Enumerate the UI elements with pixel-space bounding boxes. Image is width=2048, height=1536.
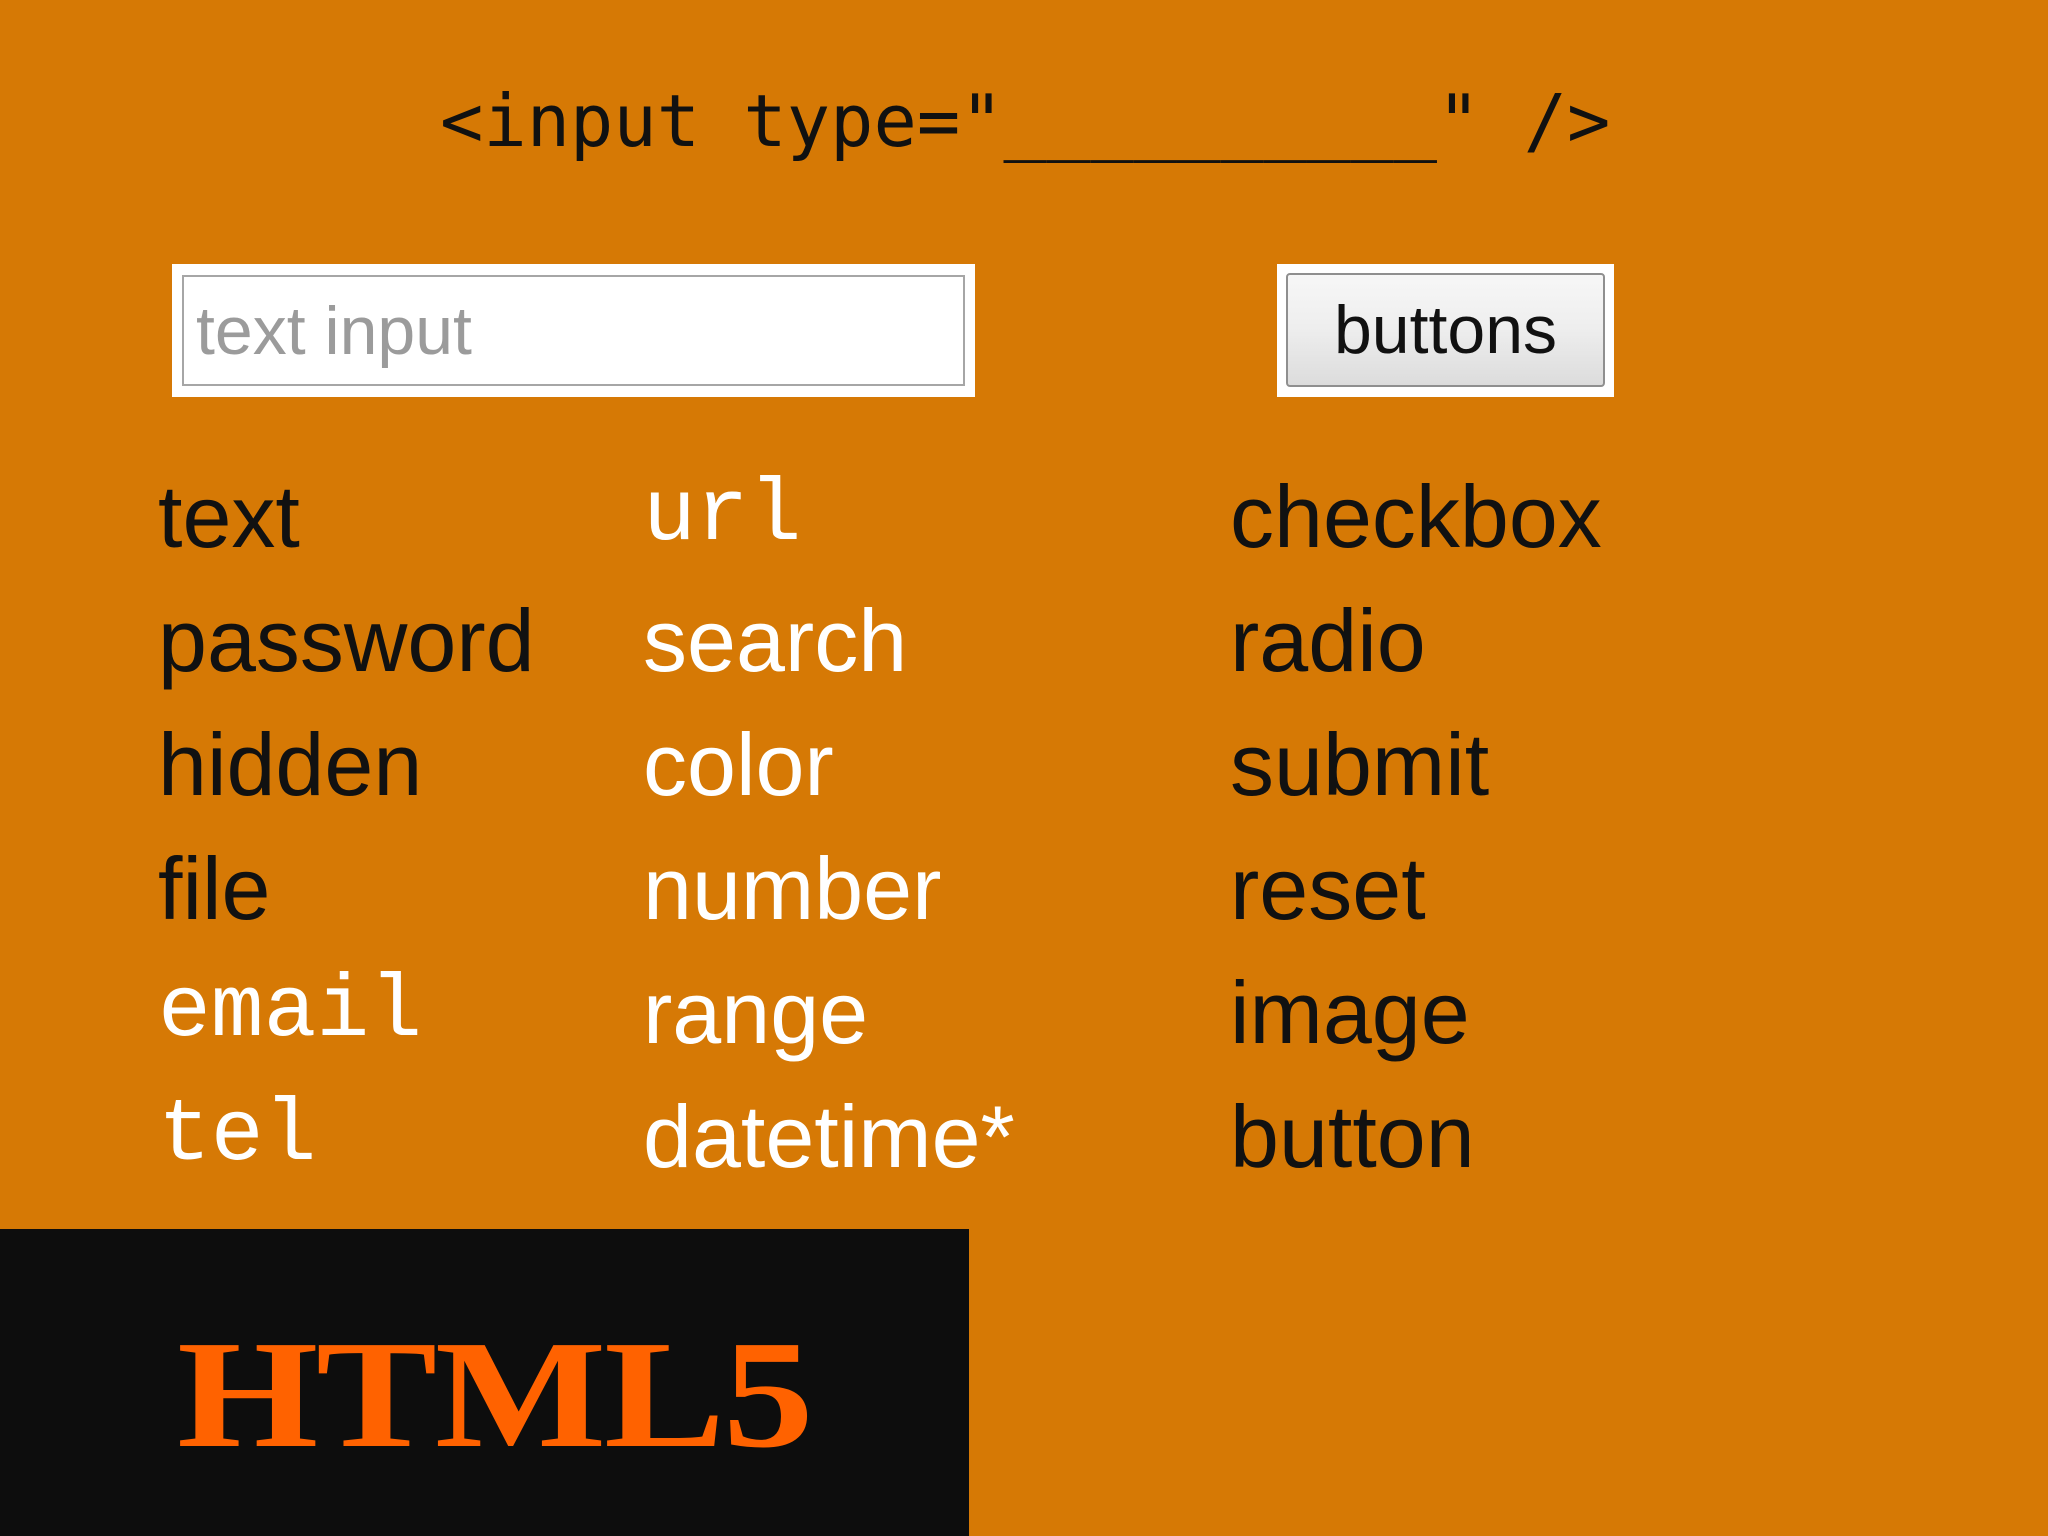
input-type-reset: reset <box>1230 839 1426 938</box>
input-type-password: password <box>158 591 535 690</box>
input-type-search: search <box>643 591 908 690</box>
button-frame: buttons <box>1277 264 1614 397</box>
html5-logo: HTML5 <box>177 1310 814 1480</box>
input-type-hidden: hidden <box>158 715 423 814</box>
input-type-file: file <box>158 839 271 938</box>
input-type-checkbox: checkbox <box>1230 467 1602 566</box>
input-type-radio: radio <box>1230 591 1426 690</box>
input-type-range: range <box>643 963 869 1062</box>
input-types-column-3: checkbox radio submit reset image button <box>1230 455 1602 1199</box>
input-type-url: url <box>643 467 802 566</box>
buttons-button[interactable]: buttons <box>1286 273 1605 387</box>
input-type-email: email <box>158 963 423 1062</box>
input-type-text: text <box>158 467 300 566</box>
input-type-color: color <box>643 715 834 814</box>
input-type-image: image <box>1230 963 1470 1062</box>
input-type-number: number <box>643 839 942 938</box>
input-type-tel: tel <box>158 1087 317 1186</box>
input-type-code: <input type="__________" /> <box>440 79 1611 163</box>
input-type-submit: submit <box>1230 715 1490 814</box>
input-types-column-2: url search color number range datetime* <box>643 455 1015 1199</box>
text-input-frame <box>172 264 975 397</box>
input-type-button: button <box>1230 1087 1475 1186</box>
input-types-column-1: text password hidden file email tel <box>158 455 535 1199</box>
text-input[interactable] <box>182 275 965 386</box>
input-type-datetime: datetime* <box>643 1087 1015 1186</box>
